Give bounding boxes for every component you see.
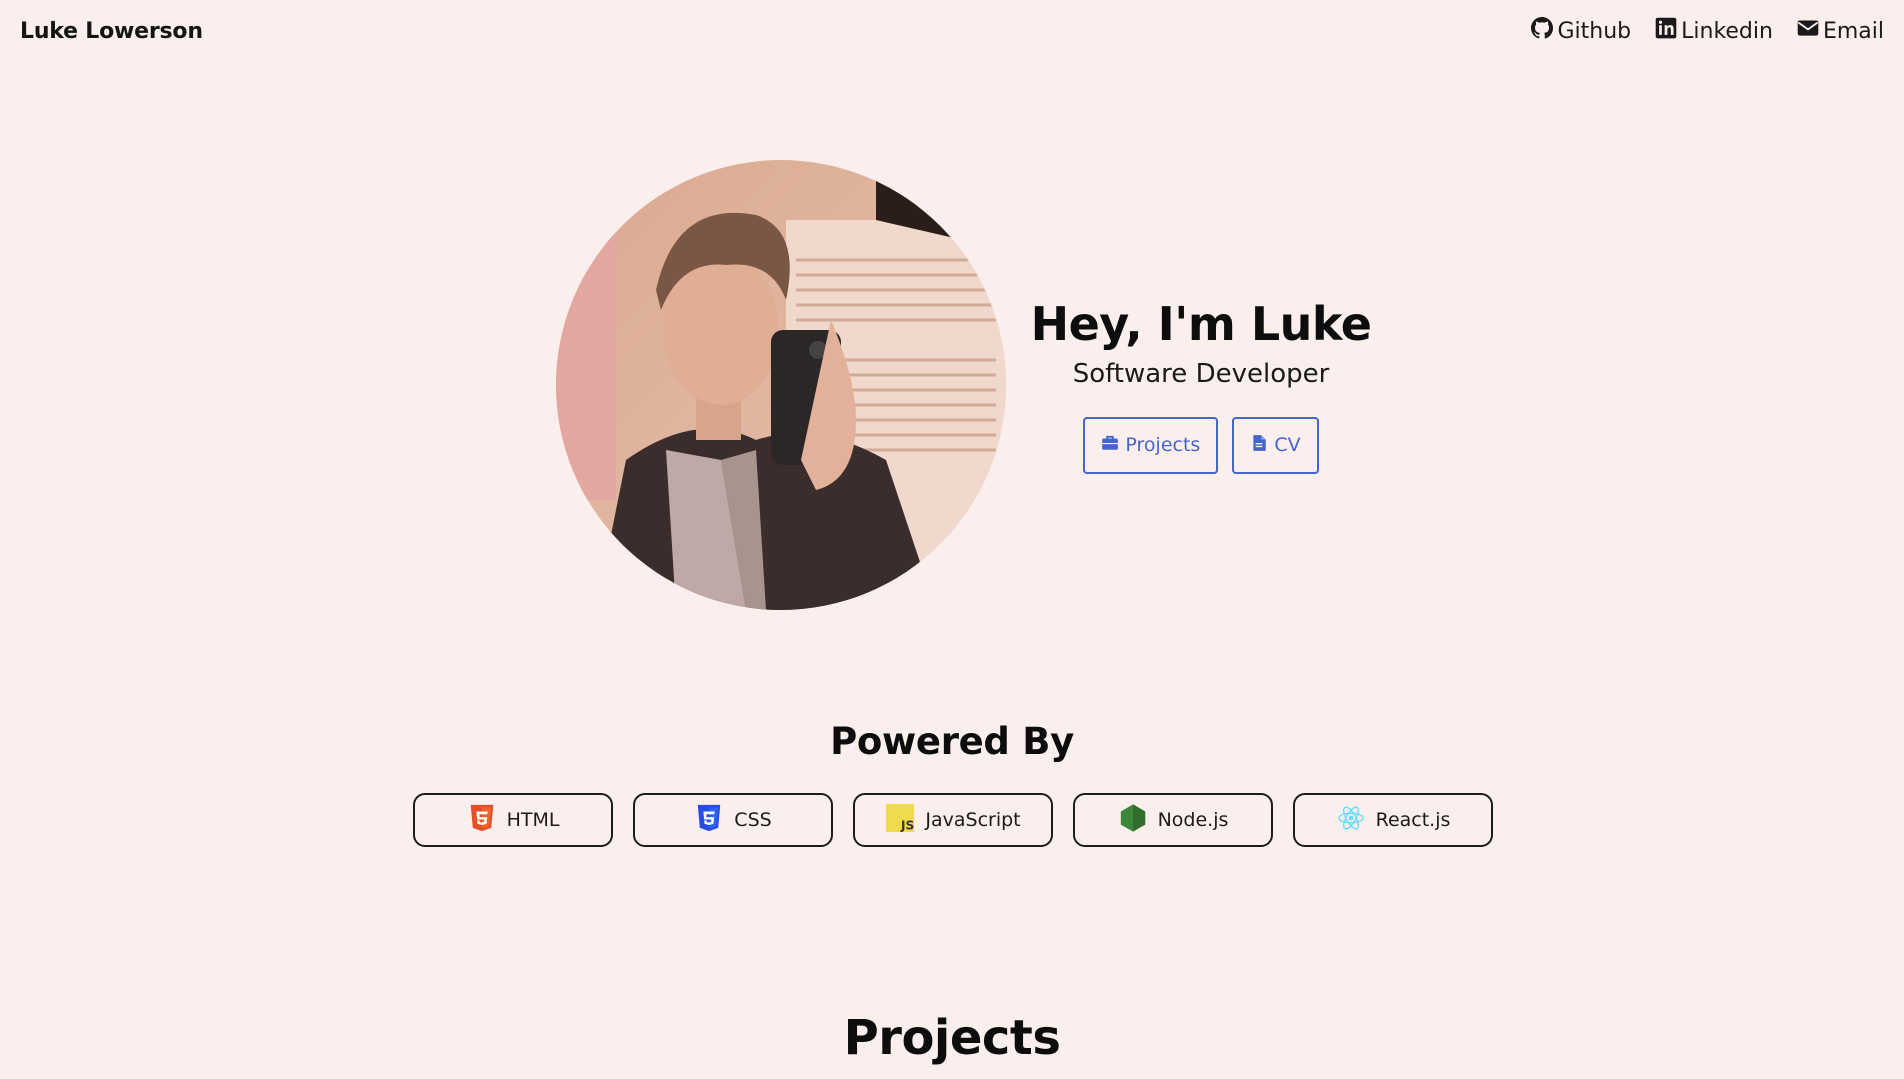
tech-pill-reactjs[interactable]: React.js <box>1293 793 1493 847</box>
github-link[interactable]: Github <box>1531 17 1631 45</box>
projects-heading: Projects <box>843 1010 1061 1066</box>
tech-pill-html[interactable]: HTML <box>413 793 613 847</box>
email-link[interactable]: Email <box>1797 17 1884 45</box>
envelope-icon <box>1797 17 1819 45</box>
powered-by-heading: Powered By <box>830 720 1074 763</box>
html5-icon <box>467 803 497 838</box>
projects-button[interactable]: Projects <box>1083 416 1219 474</box>
social-nav: Github Linkedin Email <box>1531 17 1884 45</box>
hero-section: Hey, I'm Luke Software Developer Project… <box>556 160 1372 610</box>
github-link-label: Github <box>1557 18 1632 44</box>
cv-button-label: CV <box>1274 434 1301 456</box>
top-navbar: Luke Lowerson Github Linkedin Email <box>0 0 1904 62</box>
briefcase-icon <box>1101 434 1119 457</box>
projects-button-label: Projects <box>1125 434 1201 456</box>
tech-pill-nodejs[interactable]: Node.js <box>1073 793 1273 847</box>
javascript-icon: JS <box>885 803 915 838</box>
linkedin-link[interactable]: Linkedin <box>1655 17 1773 45</box>
tech-stack-list: HTML CSS JS JavaScript Node.js React.js <box>413 793 1493 847</box>
tech-pill-css[interactable]: CSS <box>633 793 833 847</box>
svg-text:JS: JS <box>900 818 914 832</box>
document-icon <box>1250 434 1268 457</box>
hero-title: Hey, I'm Luke <box>1030 296 1372 351</box>
hero-subtitle: Software Developer <box>1072 358 1330 389</box>
tech-pill-html-label: HTML <box>506 809 560 831</box>
profile-photo <box>556 160 1006 610</box>
github-icon <box>1531 17 1554 45</box>
hero-text: Hey, I'm Luke Software Developer Project… <box>1031 297 1372 474</box>
linkedin-link-label: Linkedin <box>1681 18 1773 44</box>
tech-pill-javascript[interactable]: JS JavaScript <box>853 793 1053 847</box>
tech-pill-nodejs-label: Node.js <box>1157 809 1229 831</box>
react-icon <box>1336 803 1366 838</box>
tech-pill-css-label: CSS <box>734 809 772 831</box>
tech-pill-javascript-label: JavaScript <box>925 809 1021 831</box>
hero-buttons: Projects CV <box>1083 416 1319 474</box>
linkedin-icon <box>1655 17 1677 45</box>
nodejs-icon <box>1118 803 1148 838</box>
css3-icon <box>694 803 724 838</box>
email-link-label: Email <box>1822 18 1884 44</box>
cv-button[interactable]: CV <box>1232 416 1319 474</box>
tech-pill-reactjs-label: React.js <box>1375 809 1451 831</box>
brand-name[interactable]: Luke Lowerson <box>20 19 203 44</box>
